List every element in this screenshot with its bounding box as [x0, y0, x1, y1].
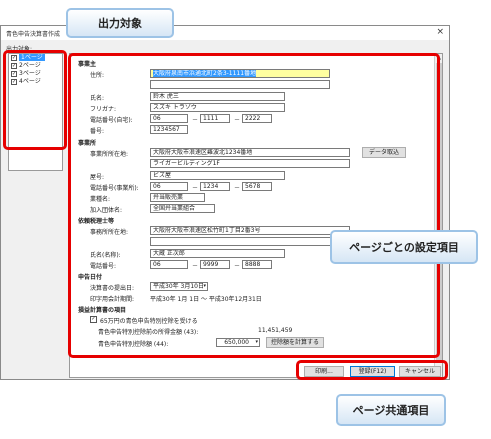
output-target-highlight: [3, 50, 67, 150]
window-title: 青色申告決算書作成: [6, 31, 61, 38]
common-items-highlight: [296, 360, 448, 380]
callout-output-target: 出力対象: [66, 8, 174, 38]
close-icon[interactable]: ×: [436, 27, 444, 38]
callout-page-settings: ページごとの設定項目: [330, 230, 478, 264]
page-settings-highlight: [68, 53, 440, 358]
callout-common-items: ページ共通項目: [336, 394, 446, 426]
